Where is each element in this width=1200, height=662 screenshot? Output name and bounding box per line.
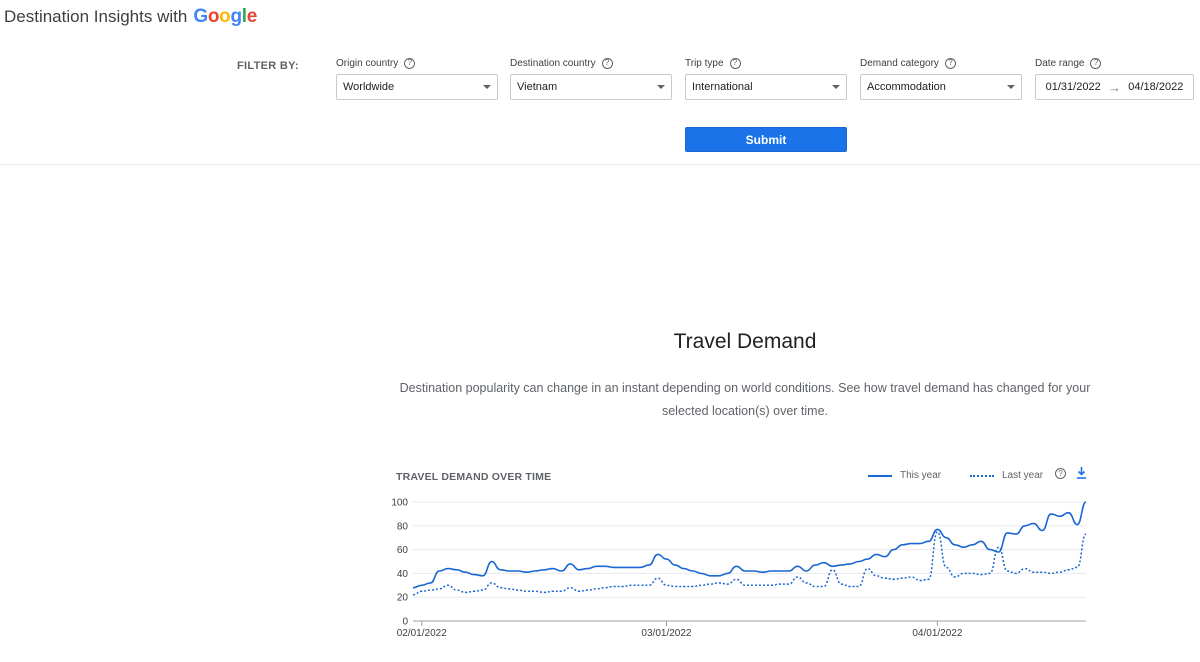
caret-down-icon bbox=[832, 85, 840, 89]
caret-down-icon bbox=[1007, 85, 1015, 89]
date-range-start[interactable]: 01/31/2022 bbox=[1046, 81, 1101, 93]
google-logo-letter: e bbox=[246, 6, 258, 27]
destination-country-field: Destination country ? Vietnam bbox=[510, 57, 672, 100]
section-description: Destination popularity can change in an … bbox=[399, 381, 1091, 418]
trip-type-field: Trip type ? International bbox=[685, 57, 847, 100]
date-range-picker[interactable]: 01/31/2022 → 04/18/2022 bbox=[1035, 74, 1194, 100]
date-range-field: Date range ? 01/31/2022 → 04/18/2022 bbox=[1035, 57, 1194, 100]
chart-title: TRAVEL DEMAND OVER TIME bbox=[396, 471, 552, 483]
y-tick-label: 20 bbox=[397, 593, 409, 604]
x-tick-label: 04/01/2022 bbox=[912, 628, 962, 639]
demand-category-label: Demand category bbox=[860, 57, 939, 69]
y-tick-label: 40 bbox=[397, 569, 409, 580]
section-title: Travel Demand bbox=[673, 330, 817, 353]
x-tick-label: 03/01/2022 bbox=[641, 628, 691, 639]
help-circle-icon[interactable]: ? bbox=[1055, 468, 1066, 479]
demand-category-field: Demand category ? Accommodation bbox=[860, 57, 1022, 100]
legend-dotted-line bbox=[970, 474, 994, 477]
app-title-text: Destination Insights with bbox=[4, 7, 188, 26]
google-logo-letter: g bbox=[230, 6, 242, 27]
legend-solid-line bbox=[868, 474, 892, 477]
help-circle-icon[interactable]: ? bbox=[601, 57, 613, 69]
x-tick-label: 02/01/2022 bbox=[397, 628, 447, 639]
help-circle-icon[interactable]: ? bbox=[729, 57, 741, 69]
y-tick-label: 80 bbox=[397, 521, 409, 532]
origin-country-label: Origin country bbox=[336, 57, 399, 69]
app-title: Destination Insights with Google bbox=[4, 6, 257, 28]
trip-type-label: Trip type bbox=[685, 57, 724, 69]
date-range-end[interactable]: 04/18/2022 bbox=[1128, 81, 1183, 93]
google-logo-letter: o bbox=[207, 6, 220, 27]
series-line-this-year bbox=[412, 501, 1087, 589]
destination-country-select[interactable]: Vietnam bbox=[510, 74, 672, 100]
help-circle-icon[interactable]: ? bbox=[404, 57, 416, 69]
y-tick-label: 60 bbox=[397, 545, 409, 556]
google-logo: Google bbox=[193, 6, 257, 28]
date-range-label: Date range bbox=[1035, 57, 1085, 69]
origin-country-value: Worldwide bbox=[343, 81, 395, 93]
demand-category-select[interactable]: Accommodation bbox=[860, 74, 1022, 100]
download-icon[interactable] bbox=[1076, 467, 1087, 479]
arrow-right-icon: → bbox=[1107, 79, 1121, 95]
series-line-last-year bbox=[412, 531, 1087, 596]
caret-down-icon bbox=[657, 85, 665, 89]
legend-last-year: Last year bbox=[970, 470, 1043, 481]
origin-country-field: Origin country ? Worldwide bbox=[336, 57, 498, 100]
legend-this-year: This year bbox=[868, 470, 941, 481]
destination-country-label: Destination country bbox=[510, 57, 596, 69]
destination-country-value: Vietnam bbox=[517, 81, 558, 93]
trip-type-value: International bbox=[692, 81, 753, 93]
y-tick-label: 0 bbox=[402, 617, 408, 628]
header-divider bbox=[0, 164, 1200, 165]
help-circle-icon[interactable]: ? bbox=[1090, 57, 1102, 69]
demand-category-value: Accommodation bbox=[867, 81, 946, 93]
legend-last-year-label: Last year bbox=[1002, 470, 1044, 481]
trip-type-select[interactable]: International bbox=[685, 74, 847, 100]
origin-country-select[interactable]: Worldwide bbox=[336, 74, 498, 100]
google-logo-letter: G bbox=[193, 6, 208, 27]
submit-button[interactable]: Submit bbox=[685, 127, 847, 152]
y-tick-label: 100 bbox=[391, 498, 408, 509]
google-logo-letter: o bbox=[219, 6, 231, 27]
caret-down-icon bbox=[483, 85, 491, 89]
filter-by-label: FILTER BY: bbox=[237, 60, 299, 72]
legend-this-year-label: This year bbox=[900, 470, 942, 481]
travel-demand-chart: 0 20 40 60 80 100 02/01/2022 03/01/2022 04/01/20… bbox=[391, 498, 1087, 639]
help-circle-icon[interactable]: ? bbox=[944, 57, 956, 69]
